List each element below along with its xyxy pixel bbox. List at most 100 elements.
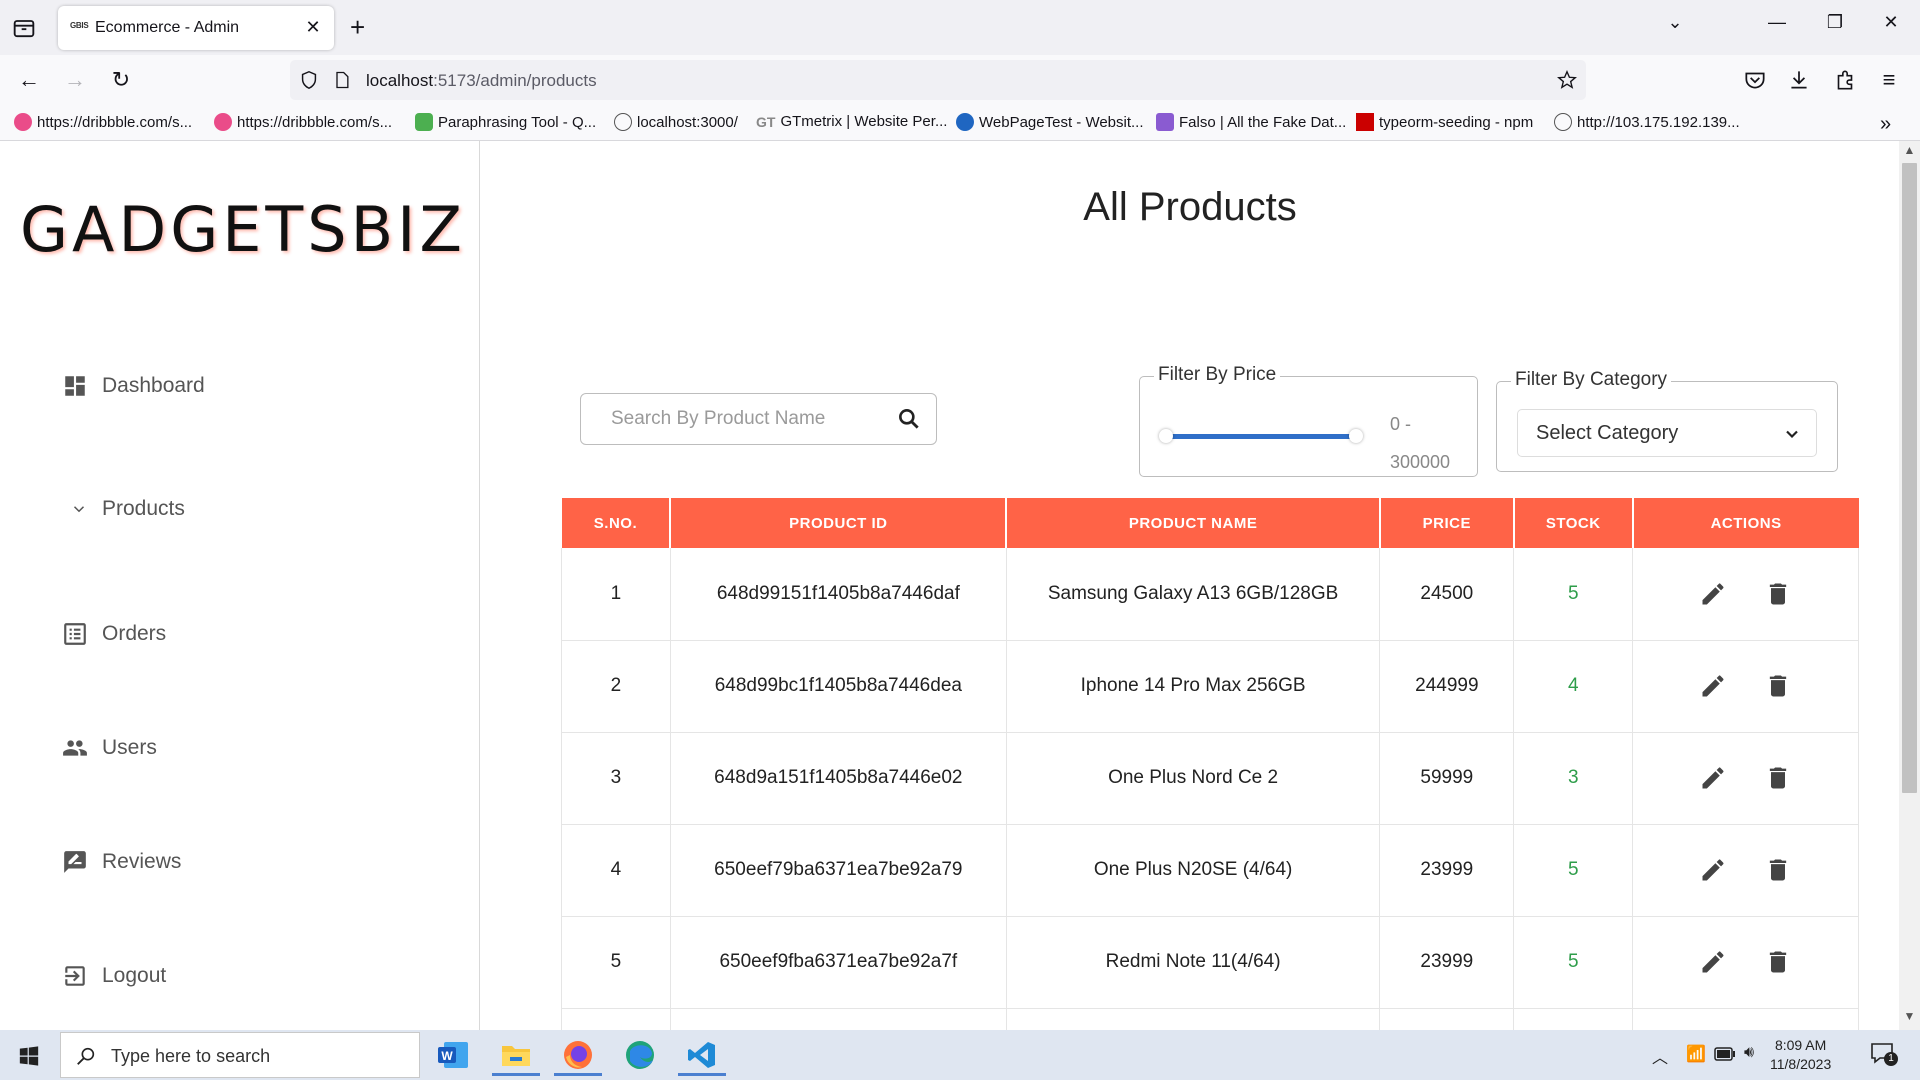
file-explorer-icon[interactable] [488, 1034, 544, 1076]
column-header[interactable]: S.NO. [561, 498, 672, 548]
delete-icon[interactable] [1764, 580, 1792, 608]
minimize-icon[interactable]: — [1762, 12, 1792, 33]
search-icon[interactable] [896, 406, 922, 432]
column-header[interactable]: PRICE [1379, 498, 1515, 548]
reload-icon[interactable]: ↻ [108, 67, 134, 93]
tab-list-icon[interactable] [10, 14, 38, 42]
edit-icon[interactable] [1699, 856, 1727, 884]
url-text[interactable]: localhost:5173/admin/products [366, 71, 597, 91]
logo[interactable]: GADGETSBIZ [20, 193, 466, 266]
bookmark-item[interactable]: GT GTmetrix | Website Per... [756, 113, 947, 130]
pocket-icon[interactable] [1742, 67, 1768, 93]
cell-sno: 2 [561, 640, 671, 733]
search-box[interactable] [580, 393, 937, 445]
dribbble-icon [214, 113, 232, 131]
restore-icon[interactable]: ❐ [1820, 12, 1850, 33]
bookmark-item[interactable]: Paraphrasing Tool - Q... [415, 113, 596, 131]
back-icon[interactable]: ← [16, 67, 42, 93]
bookmark-item[interactable]: https://dribbble.com/s... [14, 113, 192, 131]
bookmark-item[interactable]: typeorm-seeding - npm [1356, 113, 1533, 131]
downloads-icon[interactable] [1786, 67, 1812, 93]
delete-icon[interactable] [1764, 672, 1792, 700]
edit-icon[interactable] [1699, 948, 1727, 976]
cell-actions [1632, 640, 1859, 733]
list-all-tabs-icon[interactable]: ⌄ [1660, 12, 1690, 33]
sidebar-item-products[interactable]: Products [70, 497, 185, 521]
price-slider-track[interactable] [1166, 434, 1356, 439]
windows-start-icon[interactable] [18, 1045, 40, 1067]
npm-icon [1356, 113, 1374, 131]
forward-icon[interactable]: → [62, 67, 88, 93]
extensions-icon[interactable] [1832, 67, 1858, 93]
sidebar-item-label: Reviews [102, 850, 182, 873]
window-close-icon[interactable]: ✕ [1876, 12, 1906, 33]
scroll-up-icon[interactable]: ▲ [1899, 143, 1920, 163]
cell-product-id: 648d9a151f1405b8a7446e02 [670, 732, 1007, 825]
cell-sno: 1 [561, 548, 671, 641]
scroll-thumb[interactable] [1902, 163, 1917, 793]
price-range-min: 0 - [1390, 414, 1412, 434]
vscode-app-icon[interactable] [674, 1034, 730, 1076]
delete-icon[interactable] [1764, 856, 1792, 884]
column-header[interactable]: STOCK [1513, 498, 1634, 548]
bookmark-item[interactable]: https://dribbble.com/s... [214, 113, 392, 131]
taskbar-clock[interactable]: 8:09 AM 11/8/2023 [1770, 1036, 1831, 1074]
sidebar-item-reviews[interactable]: Reviews [62, 849, 181, 875]
sidebar-item-orders[interactable]: Orders [62, 621, 166, 647]
cell-price: 23999 [1379, 824, 1515, 917]
table-row: 3 648d9a151f1405b8a7446e02 One Plus Nord… [561, 732, 1859, 825]
price-slider-max-thumb[interactable] [1349, 429, 1363, 443]
cell-actions [1632, 548, 1859, 641]
sidebar: GADGETSBIZ Dashboard Products Orders Use… [0, 141, 480, 1030]
column-header[interactable]: PRODUCT ID [670, 498, 1008, 548]
edit-icon[interactable] [1699, 764, 1727, 792]
battery-icon[interactable] [1714, 1047, 1736, 1061]
edge-app-icon[interactable] [612, 1034, 668, 1076]
chevron-down-icon[interactable] [70, 500, 88, 518]
scroll-down-icon[interactable]: ▼ [1899, 1009, 1920, 1029]
sidebar-item-dashboard[interactable]: Dashboard [62, 373, 205, 399]
globe-icon [614, 113, 632, 131]
price-range-max: 300000 [1390, 452, 1451, 472]
notifications-icon[interactable]: 1 [1870, 1042, 1898, 1066]
bookmark-label: http://103.175.192.139... [1577, 113, 1740, 131]
edit-icon[interactable] [1699, 672, 1727, 700]
bookmark-item[interactable]: http://103.175.192.139... [1554, 113, 1740, 131]
bookmark-label: WebPageTest - Websit... [979, 113, 1144, 131]
page-scrollbar[interactable]: ▲ ▼ [1899, 141, 1920, 1030]
price-slider-min-thumb[interactable] [1159, 429, 1173, 443]
bookmark-label: https://dribbble.com/s... [37, 113, 193, 131]
search-input[interactable] [611, 408, 881, 430]
sidebar-item-label: Users [102, 736, 157, 759]
taskbar-search[interactable]: Type here to search [60, 1032, 420, 1078]
show-hidden-icons-icon[interactable]: ︿ [1652, 1044, 1668, 1068]
wifi-icon[interactable]: 📶 [1686, 1044, 1706, 1064]
new-tab-icon[interactable]: + [350, 12, 365, 42]
column-header[interactable]: PRODUCT NAME [1006, 498, 1381, 548]
volume-icon[interactable]: 🔊︎ [1744, 1044, 1754, 1062]
browser-tab-active[interactable]: GBIS Ecommerce - Admin ✕ [58, 6, 334, 50]
taskbar-search-placeholder: Type here to search [111, 1046, 271, 1066]
table-header-row: S.NO. PRODUCT ID PRODUCT NAME PRICE STOC… [561, 498, 1859, 548]
bookmark-item[interactable]: Falso | All the Fake Dat... [1156, 113, 1346, 131]
more-bookmarks-icon[interactable]: » [1880, 113, 1891, 136]
firefox-app-icon[interactable] [550, 1034, 606, 1076]
delete-icon[interactable] [1764, 764, 1792, 792]
column-header[interactable]: ACTIONS [1632, 498, 1859, 548]
category-select[interactable]: Select Category [1517, 409, 1817, 457]
bookmark-label: https://dribbble.com/s... [237, 113, 393, 131]
delete-icon[interactable] [1764, 948, 1792, 976]
tab-close-icon[interactable]: ✕ [302, 16, 324, 38]
menu-icon[interactable]: ≡ [1876, 67, 1902, 93]
bookmark-item[interactable]: WebPageTest - Websit... [956, 113, 1144, 131]
sidebar-item-logout[interactable]: Logout [62, 963, 166, 989]
shield-icon[interactable] [298, 69, 320, 91]
edit-icon[interactable] [1699, 580, 1727, 608]
chevron-down-icon [1786, 430, 1798, 439]
sidebar-item-users[interactable]: Users [62, 735, 157, 761]
url-bar[interactable]: localhost:5173/admin/products [290, 60, 1586, 100]
word-app-icon[interactable]: W [425, 1034, 481, 1076]
rate-review-icon [64, 851, 86, 873]
bookmark-star-icon[interactable] [1556, 69, 1578, 91]
bookmark-item[interactable]: localhost:3000/ [614, 113, 738, 131]
